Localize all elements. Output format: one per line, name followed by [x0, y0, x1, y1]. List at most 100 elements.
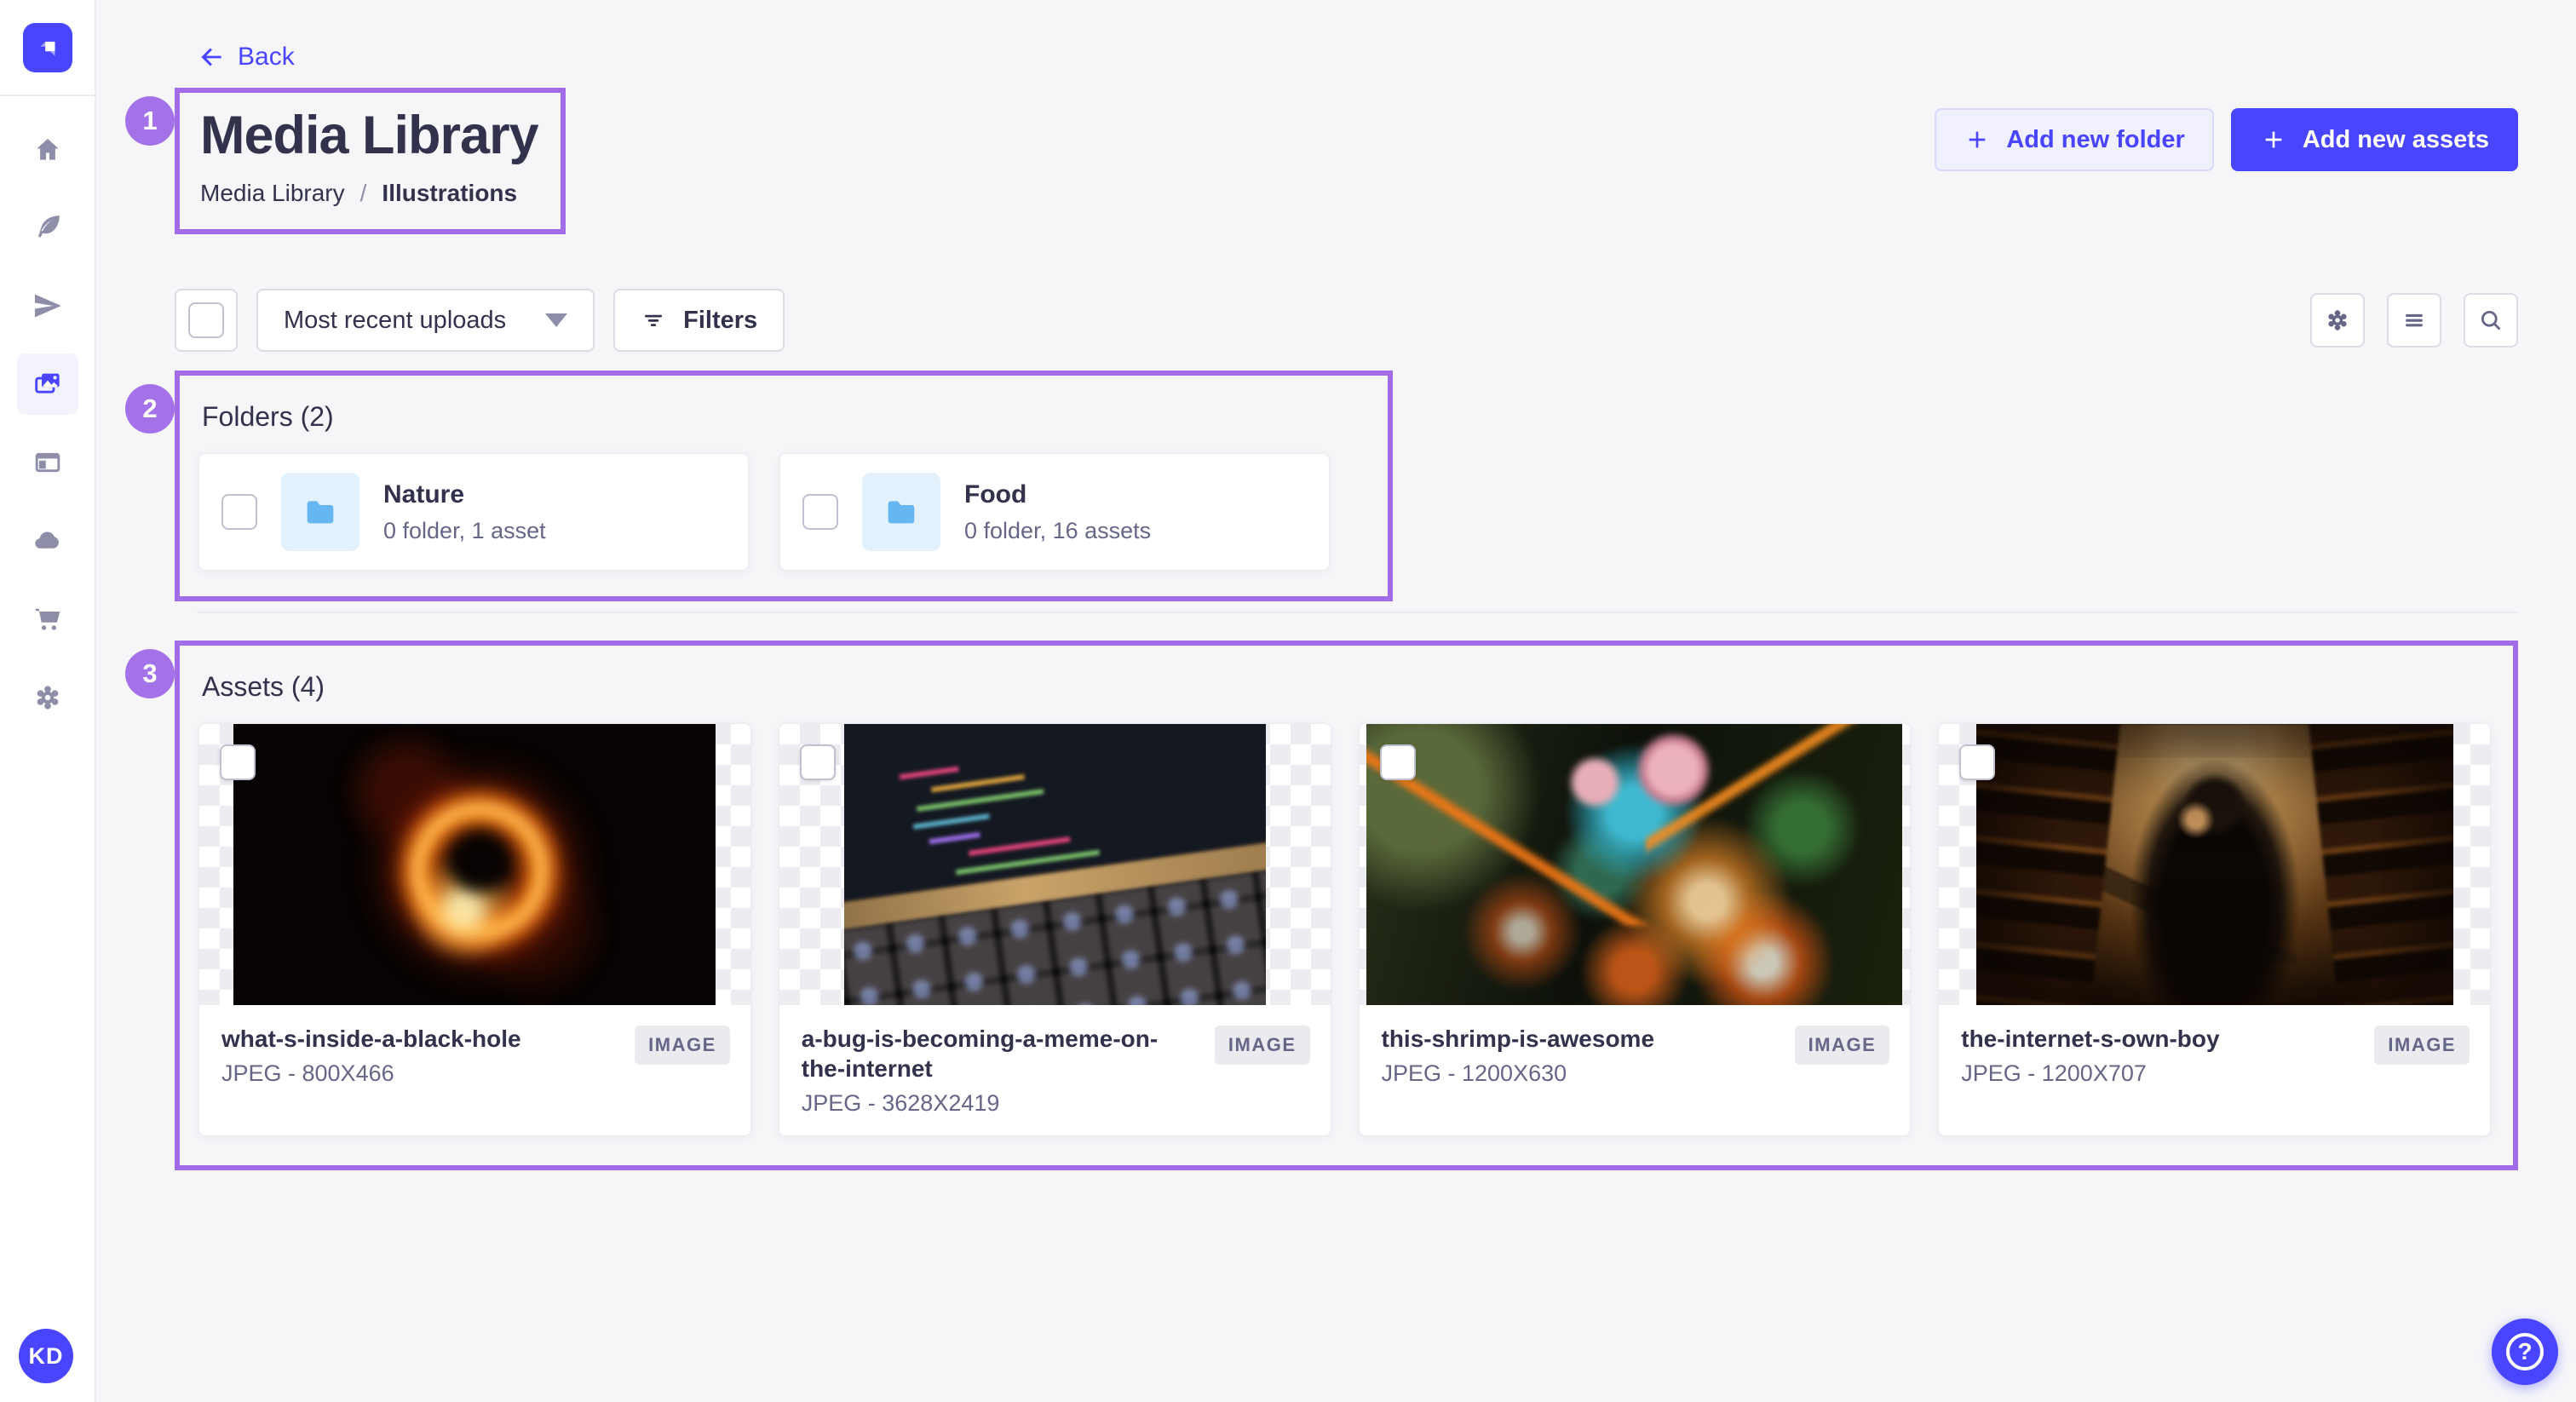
asset-checkbox[interactable]	[1959, 744, 1995, 780]
folder-info: Food 0 folder, 16 assets	[964, 480, 1151, 544]
folder-info: Nature 0 folder, 1 asset	[383, 480, 546, 544]
annotation-box-3: 3 Assets (4) what-s-inside-a-black-hole …	[175, 641, 2518, 1170]
sidebar-item-media-library[interactable]	[17, 353, 78, 415]
sidebar-item-content-manager[interactable]	[17, 197, 78, 258]
breadcrumb-separator: /	[360, 180, 367, 207]
main-content: Back 1 Media Library Media Library / Ill…	[96, 0, 2576, 1402]
cloud-icon	[32, 525, 64, 557]
toolbar: Most recent uploads Filters	[175, 289, 2518, 352]
asset-info: a-bug-is-becoming-a-meme-on-the-internet…	[802, 1024, 1201, 1117]
sidebar-item-releases[interactable]	[17, 275, 78, 336]
send-plane-icon	[32, 290, 64, 322]
sidebar-item-marketplace[interactable]	[17, 589, 78, 650]
breadcrumb-parent[interactable]: Media Library	[200, 180, 345, 207]
folder-tile	[862, 473, 940, 551]
annotation-badge-3: 3	[125, 649, 175, 698]
folder-list: Nature 0 folder, 1 asset Food 0 folder, …	[198, 453, 1366, 571]
black-hole-image	[233, 724, 716, 1005]
asset-caption: the-internet-s-own-boy JPEG - 1200X707 I…	[1939, 1005, 2490, 1135]
sidebar-item-deploy[interactable]	[17, 510, 78, 572]
folder-card-food[interactable]: Food 0 folder, 16 assets	[779, 453, 1330, 571]
asset-type-badge: IMAGE	[1795, 1026, 1890, 1065]
asset-caption: what-s-inside-a-black-hole JPEG - 800X46…	[199, 1005, 750, 1135]
sidebar-item-settings[interactable]	[17, 667, 78, 728]
section-divider	[197, 612, 2518, 613]
asset-checkbox[interactable]	[1380, 744, 1416, 780]
toolbar-left: Most recent uploads Filters	[175, 289, 785, 352]
annotation-box-1: 1 Media Library Media Library / Illustra…	[175, 88, 566, 234]
asset-grid: what-s-inside-a-black-hole JPEG - 800X46…	[198, 723, 2491, 1136]
folder-card-nature[interactable]: Nature 0 folder, 1 asset	[198, 453, 749, 571]
folder-meta: 0 folder, 16 assets	[964, 518, 1151, 544]
cart-icon	[32, 603, 64, 635]
add-new-assets-button[interactable]: Add new assets	[2231, 108, 2518, 171]
content-feather-icon	[32, 211, 64, 244]
sidebar-item-content-type-builder[interactable]	[17, 432, 78, 493]
asset-card-bug-meme[interactable]: a-bug-is-becoming-a-meme-on-the-internet…	[779, 723, 1331, 1136]
back-label: Back	[238, 43, 295, 72]
back-link[interactable]: Back	[197, 43, 295, 72]
annotation-badge-2: 2	[125, 384, 175, 434]
breadcrumb-current: Illustrations	[382, 180, 517, 207]
question-mark-icon: ?	[2506, 1333, 2544, 1370]
header-actions: Add new folder Add new assets	[1935, 108, 2518, 171]
view-settings-button[interactable]	[2310, 293, 2365, 348]
media-library-icon	[32, 368, 64, 400]
asset-meta: JPEG - 3628X2419	[802, 1090, 1201, 1117]
folder-checkbox[interactable]	[221, 494, 257, 530]
asset-card-shrimp[interactable]: this-shrimp-is-awesome JPEG - 1200X630 I…	[1359, 723, 1912, 1136]
breadcrumb: Media Library / Illustrations	[200, 180, 538, 207]
laptop-code-image	[844, 724, 1266, 1005]
search-icon	[2476, 306, 2505, 335]
asset-type-badge: IMAGE	[1215, 1026, 1310, 1065]
chevron-down-icon	[545, 313, 567, 327]
asset-info: this-shrimp-is-awesome JPEG - 1200X630	[1382, 1024, 1781, 1087]
asset-thumbnail	[199, 724, 750, 1005]
asset-name: this-shrimp-is-awesome	[1382, 1024, 1781, 1054]
list-icon	[2400, 306, 2429, 335]
sort-dropdown[interactable]: Most recent uploads	[256, 289, 595, 352]
toolbar-right	[2310, 293, 2518, 348]
asset-meta: JPEG - 800X466	[221, 1060, 621, 1087]
filters-button[interactable]: Filters	[613, 289, 785, 352]
asset-card-black-hole[interactable]: what-s-inside-a-black-hole JPEG - 800X46…	[198, 723, 751, 1136]
asset-meta: JPEG - 1200X707	[1961, 1060, 2360, 1087]
asset-thumbnail	[1939, 724, 2490, 1005]
gear-icon	[32, 681, 64, 714]
help-button[interactable]: ?	[2492, 1319, 2558, 1385]
asset-checkbox[interactable]	[800, 744, 836, 780]
asset-card-internets-own-boy[interactable]: the-internet-s-own-boy JPEG - 1200X707 I…	[1938, 723, 2491, 1136]
gear-icon	[2323, 306, 2352, 335]
laptop-art	[844, 724, 1266, 1005]
select-all-checkbox[interactable]	[175, 289, 238, 352]
arrow-left-icon	[197, 43, 226, 72]
sidebar-nav	[0, 96, 95, 728]
asset-type-badge: IMAGE	[2374, 1026, 2470, 1065]
asset-name: a-bug-is-becoming-a-meme-on-the-internet	[802, 1024, 1201, 1083]
strapi-logo[interactable]	[23, 23, 72, 72]
sidebar-item-home[interactable]	[17, 118, 78, 180]
mantis-shrimp-image	[1366, 724, 1902, 1005]
plus-icon	[1964, 126, 1991, 153]
add-new-folder-button[interactable]: Add new folder	[1935, 108, 2213, 171]
add-new-folder-label: Add new folder	[2006, 126, 2184, 154]
folder-icon	[882, 492, 921, 531]
asset-info: what-s-inside-a-black-hole JPEG - 800X46…	[221, 1024, 621, 1087]
asset-name: what-s-inside-a-black-hole	[221, 1024, 621, 1054]
asset-type-badge: IMAGE	[635, 1026, 730, 1065]
add-new-assets-label: Add new assets	[2303, 126, 2489, 154]
asset-meta: JPEG - 1200X630	[1382, 1060, 1781, 1087]
annotation-box-2: 2 Folders (2) Nature 0 folder, 1 asset	[175, 371, 1393, 601]
search-button[interactable]	[2464, 293, 2518, 348]
user-avatar[interactable]: KD	[19, 1329, 73, 1383]
folder-name: Food	[964, 480, 1151, 509]
checkbox[interactable]	[188, 302, 224, 338]
page-title: Media Library	[200, 105, 538, 166]
folder-checkbox[interactable]	[802, 494, 838, 530]
asset-thumbnail	[779, 724, 1331, 1005]
sidebar: KD	[0, 0, 96, 1402]
folder-icon	[301, 492, 340, 531]
asset-checkbox[interactable]	[220, 744, 256, 780]
list-view-button[interactable]	[2387, 293, 2441, 348]
asset-caption: this-shrimp-is-awesome JPEG - 1200X630 I…	[1360, 1005, 1911, 1135]
